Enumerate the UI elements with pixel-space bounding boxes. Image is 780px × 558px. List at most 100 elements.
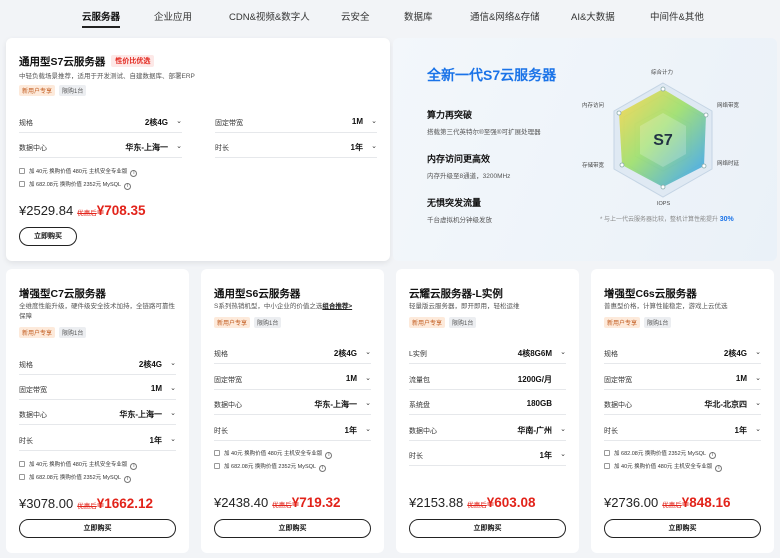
chevron-down-icon: ⌄ (755, 349, 761, 356)
tab-cdn-video[interactable]: CDN&视频&数字人 (229, 9, 310, 23)
info-icon[interactable]: i (130, 170, 138, 177)
duration-select[interactable]: 时长 1年 ⌄ (19, 436, 176, 451)
s7-hero-banner: 全新一代S7云服务器 算力再突破 搭载第三代英特尔®至强®可扩展处理器 内存访问更… (393, 38, 777, 261)
original-price: ¥2529.84 (19, 203, 74, 218)
l-instance-product-card: 云耀云服务器-L实例 轻量版云服务器，即开即用，轻松运维 新用户专享 限购1台 L… (396, 269, 579, 553)
tab-middleware[interactable]: 中间件&其他 (650, 9, 704, 23)
checkbox[interactable] (19, 474, 25, 480)
addon-option[interactable]: 加 682.08元 换购价值 2352元 MySQL i (19, 180, 132, 190)
original-price: ¥2438.40 (214, 495, 269, 510)
bandwidth-select[interactable]: 固定带宽 1M ⌄ (215, 117, 377, 133)
s6-product-card: 通用型S6云服务器 S系列热销机型，中小企业的价值之选组合推荐> 新用户专享 限购… (201, 269, 384, 553)
spec-select[interactable]: 规格 2核4G ⌄ (214, 349, 371, 364)
chevron-down-icon: ⌄ (365, 375, 371, 382)
info-icon[interactable]: i (325, 452, 333, 459)
addon-option[interactable]: 加 40元 换购价值 480元 主机安全专业版 i (604, 462, 723, 472)
addon-option[interactable]: 加 40元 换购价值 480元 主机安全专业版 i (19, 167, 138, 177)
product-title: 云耀云服务器-L实例 (409, 288, 503, 300)
checkbox[interactable] (214, 463, 220, 469)
checkbox[interactable] (19, 461, 25, 467)
spec-select[interactable]: 规格 2核4G ⌄ (19, 360, 176, 375)
duration-select[interactable]: 时长 1年 ⌄ (215, 143, 377, 158)
price-line: ¥2736.00 优惠后¥848.16 (604, 494, 731, 512)
limit-tag: 限购1台 (449, 317, 477, 328)
tab-enterprise-apps[interactable]: 企业应用 (154, 9, 192, 23)
radar-center-label: S7 (653, 132, 673, 149)
checkbox[interactable] (19, 181, 25, 187)
tab-ai-bigdata[interactable]: AI&大数据 (571, 9, 615, 23)
discount-price: ¥708.35 (96, 203, 146, 218)
chevron-down-icon: ⌄ (560, 349, 566, 356)
tab-cloud-server[interactable]: 云服务器 (82, 9, 121, 28)
new-user-tag: 新用户专享 (19, 85, 56, 96)
datacenter-select[interactable]: 数据中心 华东-上海一 ⌄ (19, 410, 176, 425)
instance-select[interactable]: L实例 4核8G6M ⌄ (409, 349, 566, 364)
original-price: ¥3078.00 (19, 496, 74, 511)
addon-option[interactable]: 加 40元 换购价值 480元 主机安全专业版 i (214, 449, 333, 459)
info-icon[interactable]: i (709, 452, 717, 459)
buy-button[interactable]: 立即购买 (604, 519, 761, 538)
chevron-down-icon: ⌄ (560, 426, 566, 433)
spec-select[interactable]: 规格 2核4G ⌄ (19, 118, 182, 133)
bandwidth-select[interactable]: 固定带宽 1M ⌄ (19, 384, 176, 400)
checkbox[interactable] (19, 168, 25, 174)
duration-select[interactable]: 时长 1年 ⌄ (214, 426, 371, 441)
duration-select[interactable]: 时长 1年 ⌄ (604, 426, 761, 441)
product-desc: 普惠型价格，计算性能稳定，游戏上云优选 (604, 303, 728, 310)
bandwidth-select[interactable]: 固定带宽 1M ⌄ (604, 374, 761, 390)
original-price: ¥2736.00 (604, 495, 659, 510)
buy-button[interactable]: 立即购买 (19, 519, 176, 538)
discount-label: 优惠后 (272, 502, 292, 509)
tab-cloud-security[interactable]: 云安全 (341, 9, 370, 23)
product-title: 增强型C6s云服务器 (604, 288, 697, 300)
info-icon[interactable]: i (124, 476, 132, 483)
chevron-down-icon: ⌄ (170, 385, 176, 392)
discount-label: 优惠后 (662, 502, 682, 509)
hot-badge: 性价比优选 (111, 55, 155, 67)
addon-option[interactable]: 加 40元 换购价值 480元 主机安全专业版 i (19, 460, 138, 470)
limit-tag: 限购1台 (644, 317, 672, 328)
bandwidth-select[interactable]: 固定带宽 1M ⌄ (214, 374, 371, 390)
price-line: ¥2438.40 优惠后¥719.32 (214, 494, 341, 512)
addon-option[interactable]: 加 682.08元 换购价值 2352元 MySQL i (604, 449, 717, 459)
radar-axis-label: 网络带宽 (717, 103, 740, 109)
performance-radar-chart: S7 (613, 82, 713, 198)
discount-label: 优惠后 (467, 502, 487, 509)
discount-price: ¥848.16 (681, 495, 731, 510)
buy-button[interactable]: 立即购买 (214, 519, 371, 538)
new-user-tag: 新用户专享 (409, 317, 446, 328)
discount-price: ¥719.32 (291, 495, 341, 510)
info-icon[interactable]: i (319, 465, 327, 472)
chevron-down-icon: ⌄ (560, 451, 566, 458)
checkbox[interactable] (604, 450, 610, 456)
feature-item: 算力再突破 搭载第三代英特尔®至强®可扩展处理器 (427, 110, 541, 136)
radar-axis-label: 网络时延 (717, 161, 740, 167)
price-line: ¥2153.88 优惠后¥603.08 (409, 494, 536, 512)
checkbox[interactable] (604, 463, 610, 469)
datacenter-select[interactable]: 数据中心 华北-北京四 ⌄ (604, 400, 761, 415)
combo-link[interactable]: 组合推荐> (322, 303, 352, 310)
chevron-down-icon: ⌄ (176, 143, 182, 150)
datacenter-select[interactable]: 数据中心 华南-广州 ⌄ (409, 426, 566, 441)
info-icon[interactable]: i (715, 465, 723, 472)
chevron-down-icon: ⌄ (371, 143, 377, 150)
c6s-product-card: 增强型C6s云服务器 普惠型价格，计算性能稳定，游戏上云优选 新用户专享 限购1台… (591, 269, 774, 553)
checkbox[interactable] (214, 450, 220, 456)
tab-database[interactable]: 数据库 (404, 9, 433, 23)
duration-select[interactable]: 时长 1年 ⌄ (409, 451, 566, 466)
spec-select[interactable]: 规格 2核4G ⌄ (604, 349, 761, 364)
tab-network-storage[interactable]: 通信&网络&存储 (470, 9, 540, 23)
datacenter-select[interactable]: 数据中心 华东-上海一 ⌄ (19, 143, 182, 158)
datacenter-select[interactable]: 数据中心 华东-上海一 ⌄ (214, 400, 371, 415)
info-icon[interactable]: i (130, 463, 138, 470)
chevron-down-icon: ⌄ (755, 426, 761, 433)
chevron-down-icon: ⌄ (176, 118, 182, 125)
limit-tag: 限购1台 (254, 317, 282, 328)
info-icon[interactable]: i (124, 183, 132, 190)
chevron-down-icon: ⌄ (755, 375, 761, 382)
addon-option[interactable]: 加 682.08元 换购价值 2352元 MySQL i (214, 462, 327, 472)
traffic-package: 流量包 1200G/月 (409, 375, 566, 390)
addon-option[interactable]: 加 682.08元 换购价值 2352元 MySQL i (19, 473, 132, 483)
buy-button[interactable]: 立即购买 (409, 519, 566, 538)
buy-button[interactable]: 立即购买 (19, 227, 77, 246)
